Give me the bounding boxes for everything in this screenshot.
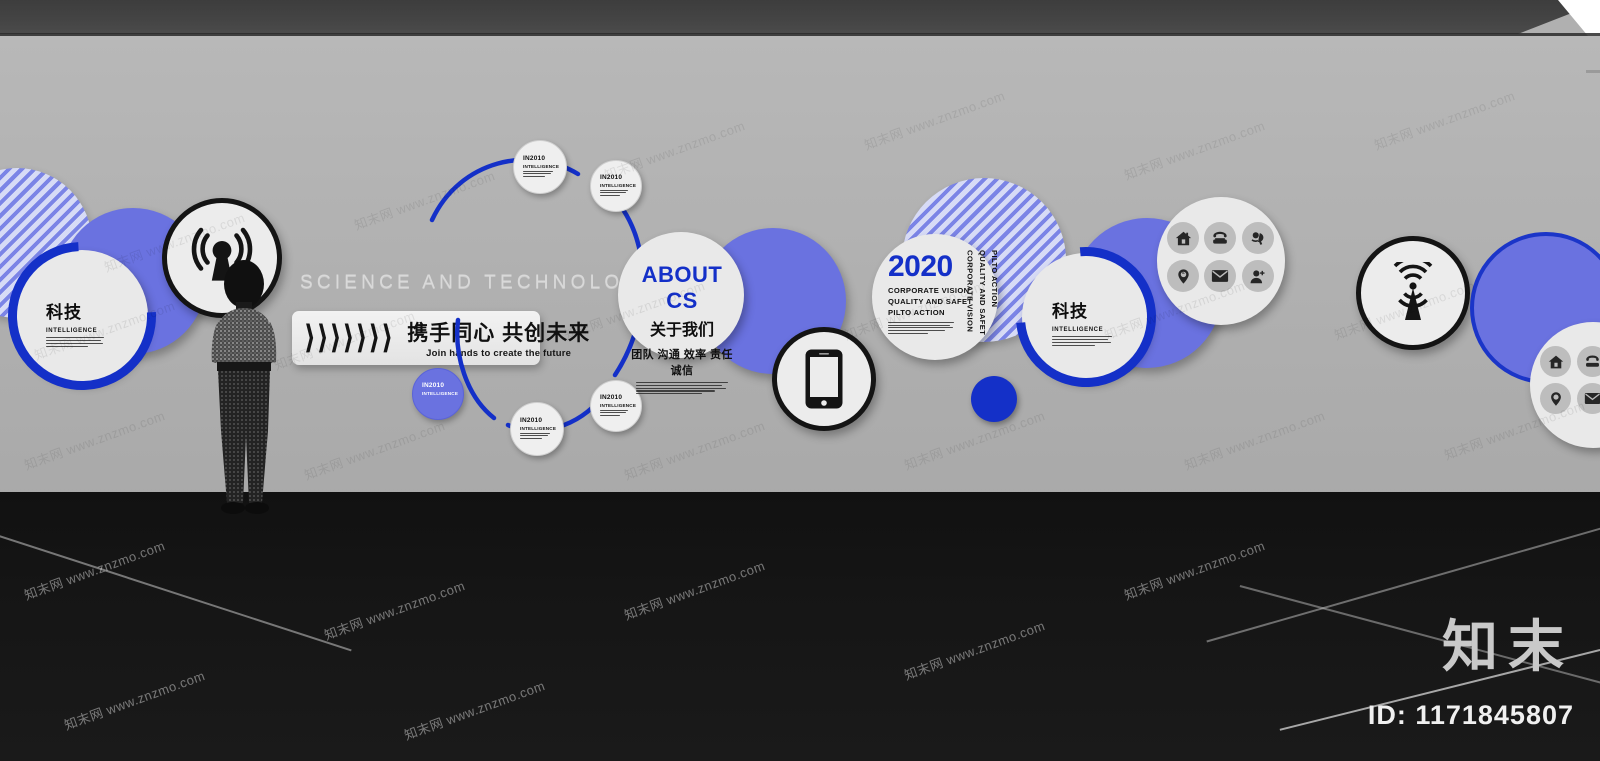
tech-left-cn: 科技 [46, 303, 82, 322]
tech-left-body-lines [46, 337, 104, 348]
device-icon-circle [772, 327, 876, 431]
vision-line-2: QUALITY AND SAFET [888, 297, 973, 306]
wall-notch [1586, 70, 1600, 73]
floor-guide-lines [0, 492, 1600, 761]
badge-4-sub: INTELLIGENCE [520, 425, 557, 431]
location-pin-icon[interactable] [1167, 260, 1199, 292]
tech-right-cn: 科技 [1052, 302, 1088, 321]
broadcast-icon-circle-right [1356, 236, 1470, 350]
vision-body-lines [888, 322, 954, 334]
badge-4-lines [520, 432, 550, 439]
contact-icon-grid [1167, 222, 1275, 292]
about-text: ABOUT CS 关于我们 团队 沟通 效率 责任 诚信 [626, 262, 738, 396]
vision-vert-1: CORPORATE VISION [965, 250, 975, 333]
envelope-icon[interactable] [1204, 260, 1237, 292]
badge-3-title: IN2010 [422, 382, 445, 389]
model-id-label: ID: 1171845807 [1367, 700, 1574, 730]
ceiling-plane [0, 0, 1600, 34]
brand-logo: 知末 [1442, 615, 1574, 678]
screenshot-root: 科技 INTELLIGENCE SCIENCE AND TECHNOLOGY ⟩… [0, 0, 1600, 761]
vision-vert-3: PILTO ACTION [990, 250, 1000, 308]
vision-line-1: CORPORATE VISION [888, 286, 970, 295]
about-tags: 团队 沟通 效率 责任 诚信 [631, 349, 733, 377]
vision-year: 2020 [888, 250, 953, 283]
accent-dot [971, 376, 1017, 422]
radio-signal-icon [1393, 262, 1433, 320]
badge-1-sub: INTELLIGENCE [523, 163, 560, 169]
telephone-icon[interactable] [1576, 346, 1600, 377]
home-icon[interactable] [1540, 346, 1571, 377]
about-title: ABOUT CS [641, 262, 723, 313]
tech-right-body-lines [1052, 336, 1112, 347]
tech-right-text: 科技 INTELLIGENCE [1052, 297, 1130, 348]
about-body-lines [636, 382, 728, 395]
badge-5-lines [600, 409, 628, 416]
badge-2-title: IN2010 [600, 174, 623, 181]
scale-figure-person [211, 260, 277, 514]
tech-left-text: 科技 INTELLIGENCE [46, 298, 122, 349]
envelope-icon[interactable] [1576, 383, 1600, 414]
badge-2-lines [600, 189, 628, 196]
vision-vertical-text: CORPORATE VISION QUALITY AND SAFET PILTO… [964, 250, 1000, 336]
badge-circle-1: IN2010 INTELLIGENCE [513, 140, 567, 194]
badge-circle-3: IN2010 INTELLIGENCE [412, 368, 464, 420]
telephone-icon[interactable] [1204, 222, 1237, 254]
vision-vert-2: QUALITY AND SAFET [977, 250, 987, 336]
badge-5-sub: INTELLIGENCE [600, 402, 637, 408]
contact-icon-grid-right [1540, 346, 1600, 414]
badge-1-title: IN2010 [523, 155, 546, 162]
badge-circle-2: IN2010 INTELLIGENCE [590, 160, 642, 212]
badge-1-lines [523, 170, 553, 177]
about-cn: 关于我们 [649, 322, 714, 339]
smartphone-icon [805, 349, 843, 409]
user-profile-icon[interactable] [1241, 260, 1274, 292]
vision-line-3: PILTO ACTION [888, 308, 945, 317]
vision-text: 2020 CORPORATE VISION QUALITY AND SAFET … [888, 252, 974, 335]
tech-right-en: INTELLIGENCE [1052, 327, 1104, 333]
chevron-row-icon: ⟩ ⟩ ⟩ ⟩ ⟩ ⟩ ⟩ [304, 319, 394, 357]
home-icon[interactable] [1167, 222, 1199, 254]
tech-left-en: INTELLIGENCE [46, 328, 98, 334]
badge-3-sub: INTELLIGENCE [422, 390, 459, 396]
badge-circle-4: IN2010 INTELLIGENCE [510, 402, 564, 456]
location-pin-icon[interactable] [1540, 383, 1571, 414]
badge-2-sub: INTELLIGENCE [600, 182, 637, 188]
badge-4-title: IN2010 [520, 417, 543, 424]
headset-support-icon[interactable] [1241, 222, 1274, 254]
